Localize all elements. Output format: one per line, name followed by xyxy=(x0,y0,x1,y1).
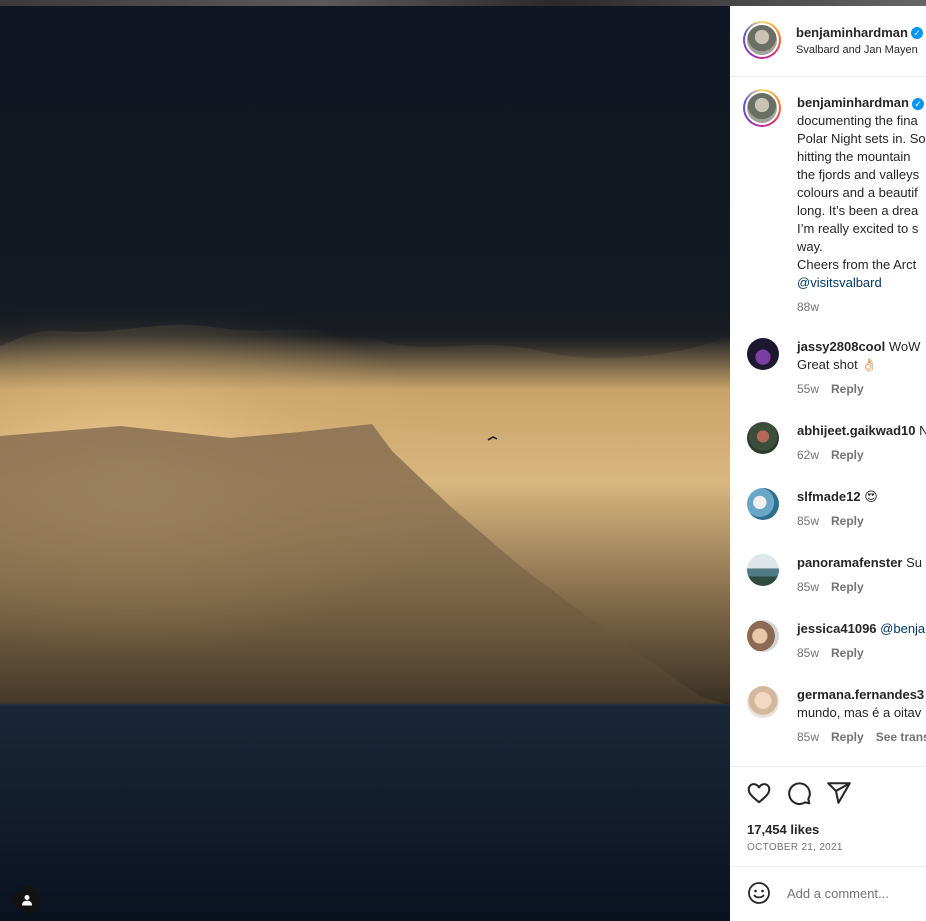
reply-button[interactable]: Reply xyxy=(831,730,864,744)
comment-age[interactable]: 62w xyxy=(797,448,819,462)
caption-line: long. It’s been a drea xyxy=(797,203,919,218)
comment-username[interactable]: slfmade12 xyxy=(797,489,861,504)
caption-line: hitting the mountain xyxy=(797,149,911,164)
add-comment-input[interactable]: Add a comment... xyxy=(787,886,889,901)
user-tag-icon xyxy=(22,895,32,906)
commenter-avatar[interactable] xyxy=(747,422,779,454)
emoji-icon[interactable] xyxy=(747,881,771,905)
comment-age[interactable]: 85w xyxy=(797,730,819,744)
comment-username[interactable]: jassy2808cool xyxy=(797,339,885,354)
commenter-avatar[interactable] xyxy=(747,554,779,586)
post-header: benjaminhardman ✓ Svalbard and Jan Mayen xyxy=(730,6,926,77)
comment-username[interactable]: germana.fernandes3 xyxy=(797,687,924,702)
comment-age[interactable]: 85w xyxy=(797,646,819,660)
verified-icon: ✓ xyxy=(911,97,924,110)
author-username[interactable]: benjaminhardman xyxy=(796,25,908,40)
post-photo[interactable] xyxy=(0,6,730,921)
reply-button[interactable]: Reply xyxy=(831,448,864,462)
heart-icon[interactable] xyxy=(746,780,772,806)
caption-line: I’m really excited to s xyxy=(797,221,919,236)
comment-text-cont: mundo, mas é a oitav xyxy=(797,705,922,720)
caption: benjaminhardman ✓ documenting the fina Po… xyxy=(797,94,926,316)
commenter-avatar[interactable] xyxy=(747,686,779,718)
caption-username[interactable]: benjaminhardman xyxy=(797,95,909,110)
caption-line: documenting the fina xyxy=(797,113,918,128)
likes-count[interactable]: 17,454 likes xyxy=(747,822,819,837)
comment-text: 😍 xyxy=(864,489,878,504)
landscape-image xyxy=(0,6,730,921)
share-icon[interactable] xyxy=(826,780,852,806)
commenter-avatar[interactable] xyxy=(747,620,779,652)
divider xyxy=(730,866,926,867)
user-tag-button[interactable] xyxy=(13,886,41,914)
author-avatar[interactable] xyxy=(743,21,781,59)
comment-age[interactable]: 85w xyxy=(797,514,819,528)
see-translation-button[interactable]: See transl xyxy=(876,730,926,744)
comment-text: Su xyxy=(906,555,923,570)
caption-line: colours and a beautif xyxy=(797,185,918,200)
reply-button[interactable]: Reply xyxy=(831,646,864,660)
comment-username[interactable]: abhijeet.gaikwad10 xyxy=(797,423,916,438)
commenter-avatar[interactable] xyxy=(747,488,779,520)
reply-button[interactable]: Reply xyxy=(831,514,864,528)
comment-age[interactable]: 55w xyxy=(797,382,819,396)
post-date[interactable]: OCTOBER 21, 2021 xyxy=(747,842,843,853)
commenter-avatar[interactable] xyxy=(747,338,779,370)
caption-line: way. xyxy=(797,239,823,254)
comment-username[interactable]: jessica41096 xyxy=(797,621,877,636)
comment-text: WoW xyxy=(888,339,921,354)
caption-mention[interactable]: @visitsvalbard xyxy=(797,274,926,292)
comment-age[interactable]: 85w xyxy=(797,580,819,594)
caption-age[interactable]: 88w xyxy=(797,298,926,316)
comment-text: N xyxy=(919,423,926,438)
comment-username[interactable]: panoramafenster xyxy=(797,555,902,570)
caption-line: Polar Night sets in. So xyxy=(797,131,926,146)
verified-icon: ✓ xyxy=(910,26,923,39)
comment-icon[interactable] xyxy=(786,780,812,806)
post-side-panel: benjaminhardman ✓ Svalbard and Jan Mayen … xyxy=(730,6,926,921)
reply-button[interactable]: Reply xyxy=(831,580,864,594)
caption-line: the fjords and valleys xyxy=(797,167,920,182)
caption-avatar[interactable] xyxy=(743,89,781,127)
comment-text[interactable]: @benja xyxy=(880,621,925,636)
caption-line: Cheers from the Arct xyxy=(797,257,917,272)
reply-button[interactable]: Reply xyxy=(831,382,864,396)
comment-text-cont: Great shot 👌🏻 xyxy=(797,357,878,372)
post-location[interactable]: Svalbard and Jan Mayen xyxy=(796,44,918,56)
divider xyxy=(730,766,926,767)
